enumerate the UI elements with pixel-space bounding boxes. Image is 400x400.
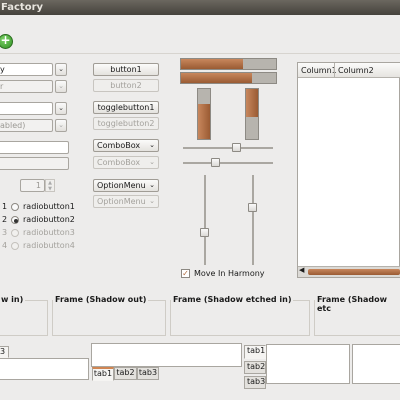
chevron-down-icon: ⌄	[149, 181, 155, 189]
radio-number-3: 3	[2, 228, 8, 237]
combo-entry-1[interactable]: y	[0, 63, 53, 76]
radio-number-1: 1	[2, 202, 8, 211]
column-header-1[interactable]: Column1	[301, 66, 337, 75]
frame-shadow-out-label: Frame (Shadow out)	[53, 295, 149, 304]
radio-number-2: 2	[2, 215, 8, 224]
add-icon: +	[0, 33, 11, 47]
optionmenu-1[interactable]: OptionMenu ⌄	[93, 179, 159, 192]
frame-shadow-out	[52, 300, 166, 336]
button1[interactable]: button1	[93, 63, 159, 76]
radiobutton2[interactable]	[11, 216, 19, 224]
vscale-2[interactable]	[248, 175, 257, 265]
scrollbar-thumb[interactable]	[308, 269, 400, 275]
move-in-harmony-checkbox[interactable]: ✓	[181, 269, 190, 278]
text-entry-2	[0, 157, 69, 170]
chevron-down-icon: ⌄	[58, 82, 64, 90]
hscale-2[interactable]	[183, 158, 273, 167]
button2: button2	[93, 79, 159, 92]
tree-view[interactable]: Column1 Column2 ◀	[297, 62, 400, 278]
radiobutton3	[11, 229, 19, 237]
radiobutton1[interactable]	[11, 203, 19, 211]
chevron-down-icon: ⌄	[58, 104, 64, 112]
notebook-2-tab-3[interactable]: tab3	[137, 367, 159, 380]
toolbar	[0, 28, 400, 54]
frame-shadow-in	[0, 300, 48, 336]
progressbar-horizontal-2	[180, 72, 277, 84]
progress-fill	[181, 59, 243, 69]
notebook-3-tab-2[interactable]: tab2	[244, 361, 266, 374]
togglebutton1[interactable]: togglebutton1	[93, 101, 159, 114]
move-in-harmony-label[interactable]: Move In Harmony	[194, 269, 265, 278]
vscale-1-handle[interactable]	[200, 227, 209, 237]
text-entry-1[interactable]	[0, 141, 69, 154]
radiobutton4	[11, 242, 19, 250]
optionmenu-2: OptionMenu ⌄	[93, 195, 159, 208]
tree-header: Column1 Column2	[298, 63, 400, 78]
hscale-1-handle[interactable]	[231, 143, 241, 152]
radiobutton1-label[interactable]: radiobutton1	[23, 202, 75, 211]
scroll-left-icon[interactable]: ◀	[299, 266, 304, 274]
radiobutton2-label[interactable]: radiobutton2	[23, 215, 75, 224]
combo-entry-4-dropdown: ⌄	[55, 119, 67, 132]
spin-button-arrows: ▲ ▼	[45, 179, 55, 192]
progress-fill	[246, 89, 258, 117]
progress-fill	[198, 104, 210, 139]
checkmark-icon: ✓	[182, 269, 189, 278]
notebook-2-tab-1[interactable]: tab1	[92, 367, 114, 381]
combobox-1[interactable]: ComboBox ⌄	[93, 139, 159, 152]
notebook-2-tab-2[interactable]: tab2	[114, 367, 137, 380]
tree-hscrollbar[interactable]: ◀	[298, 266, 400, 277]
notebook-3-page	[266, 344, 350, 384]
chevron-down-icon: ⌄	[149, 158, 155, 166]
vscale-2-handle[interactable]	[248, 203, 257, 213]
radiobutton3-label: radiobutton3	[23, 228, 75, 237]
spin-down-icon: ▼	[48, 186, 52, 192]
spin-button-entry: 1	[20, 179, 45, 192]
frame-shadow-etched-in	[170, 300, 310, 336]
progressbar-horizontal-1	[180, 58, 277, 70]
add-button[interactable]: +	[0, 33, 13, 49]
chevron-down-icon: ⌄	[58, 65, 64, 73]
togglebutton2: togglebutton2	[93, 117, 159, 130]
progress-fill	[181, 73, 253, 83]
hscale-2-handle[interactable]	[211, 158, 221, 167]
hscale-1[interactable]	[183, 143, 273, 152]
notebook-1-tab-3[interactable]: 3	[0, 346, 9, 358]
progressbar-vertical-1	[197, 88, 211, 140]
combo-entry-3-dropdown[interactable]: ⌄	[55, 102, 67, 115]
progressbar-vertical-2	[245, 88, 259, 140]
radio-number-4: 4	[2, 241, 8, 250]
notebook-1-page	[0, 358, 89, 380]
column-header-2[interactable]: Column2	[338, 66, 374, 75]
chevron-down-icon: ⌄	[58, 121, 64, 129]
frame-shadow-etched-out-label: Frame (Shadow etc	[315, 295, 400, 313]
window-title: Factory	[1, 2, 44, 13]
chevron-down-icon: ⌄	[149, 197, 155, 205]
notebook-4-page	[352, 344, 400, 384]
combo-entry-2-dropdown: ⌄	[55, 80, 67, 93]
column-divider	[334, 63, 335, 77]
combo-entry-2: r	[0, 80, 53, 93]
notebook-3-tab-3[interactable]: tab3	[244, 376, 266, 389]
window-titlebar: Factory	[0, 0, 400, 15]
notebook-3-tab-1[interactable]: tab1	[244, 345, 266, 359]
frame-shadow-in-label: w in)	[0, 295, 26, 304]
radiobutton4-label: radiobutton4	[23, 241, 75, 250]
combo-entry-3[interactable]	[0, 102, 53, 115]
notebook-2-page	[91, 343, 242, 367]
combobox-2: ComboBox ⌄	[93, 156, 159, 169]
frame-shadow-etched-in-label: Frame (Shadow etched in)	[171, 295, 294, 304]
chevron-down-icon: ⌄	[149, 141, 155, 149]
combo-entry-4: abled)	[0, 119, 53, 132]
combo-entry-1-dropdown[interactable]: ⌄	[55, 63, 67, 76]
vscale-1[interactable]	[200, 175, 209, 265]
